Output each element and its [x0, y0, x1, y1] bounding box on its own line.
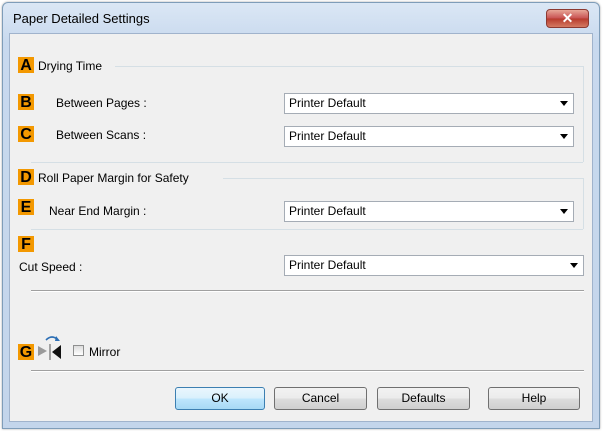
- cut-speed-value: Printer Default: [289, 258, 366, 272]
- chevron-down-icon: [560, 101, 568, 106]
- close-icon: ✕: [561, 10, 574, 26]
- chevron-down-icon: [570, 263, 578, 268]
- help-button[interactable]: Help: [488, 387, 580, 410]
- callout-badge-e: E: [18, 199, 34, 216]
- roll-margin-group-title: Roll Paper Margin for Safety: [38, 171, 189, 185]
- drying-time-group-title: Drying Time: [38, 59, 103, 73]
- between-pages-label: Between Pages :: [56, 96, 147, 110]
- drying-time-group-border-right: [583, 66, 584, 162]
- mirror-checkbox[interactable]: [73, 345, 84, 356]
- cut-speed-select[interactable]: Printer Default: [284, 255, 584, 276]
- roll-margin-group-border-right: [583, 178, 584, 229]
- separator-top: [31, 290, 584, 292]
- mirror-label[interactable]: Mirror: [89, 345, 120, 359]
- defaults-button[interactable]: Defaults: [377, 387, 470, 410]
- callout-badge-d: D: [18, 169, 34, 186]
- between-scans-select[interactable]: Printer Default: [284, 126, 574, 147]
- between-pages-value: Printer Default: [289, 96, 366, 110]
- dialog-title: Paper Detailed Settings: [13, 11, 150, 26]
- between-scans-value: Printer Default: [289, 129, 366, 143]
- ok-button[interactable]: OK: [175, 387, 265, 410]
- title-bar[interactable]: Paper Detailed Settings ✕: [3, 3, 599, 33]
- near-end-margin-select[interactable]: Printer Default: [284, 201, 574, 222]
- dialog-window: Paper Detailed Settings ✕ A Drying Time …: [2, 2, 600, 429]
- callout-badge-c: C: [18, 126, 34, 143]
- callout-badge-b: B: [18, 94, 34, 111]
- chevron-down-icon: [560, 209, 568, 214]
- callout-badge-f: F: [18, 236, 34, 253]
- roll-margin-group-border: [223, 178, 583, 179]
- drying-time-group-border: [115, 66, 583, 67]
- drying-time-group-border-bottom: [31, 162, 583, 163]
- dialog-body: A Drying Time B Between Pages : Printer …: [9, 33, 593, 422]
- mirror-icon: [36, 334, 64, 362]
- chevron-down-icon: [560, 134, 568, 139]
- between-scans-label: Between Scans :: [56, 128, 147, 142]
- separator-bottom: [31, 370, 584, 372]
- close-button[interactable]: ✕: [546, 9, 589, 28]
- callout-badge-g: G: [18, 344, 34, 361]
- callout-badge-a: A: [18, 57, 34, 74]
- roll-margin-group-border-bottom: [31, 229, 583, 230]
- near-end-margin-value: Printer Default: [289, 204, 366, 218]
- cancel-button[interactable]: Cancel: [274, 387, 367, 410]
- near-end-margin-label: Near End Margin :: [49, 204, 147, 218]
- cut-speed-label: Cut Speed :: [19, 260, 83, 274]
- between-pages-select[interactable]: Printer Default: [284, 93, 574, 114]
